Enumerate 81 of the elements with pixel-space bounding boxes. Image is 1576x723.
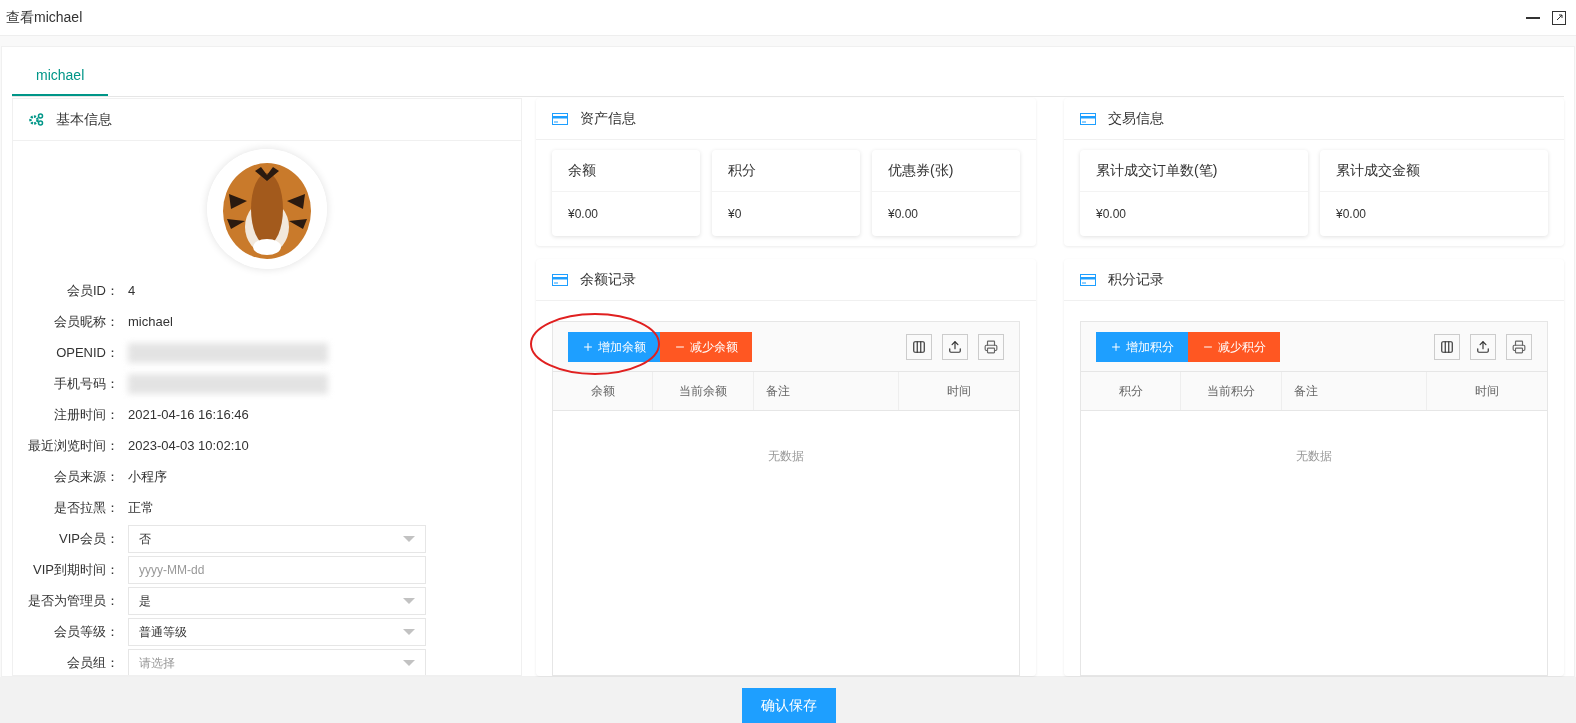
field-label: VIP会员： — [58, 529, 119, 548]
export-icon — [948, 339, 962, 354]
column-header: 时间 — [946, 383, 972, 400]
columns-icon — [1440, 339, 1454, 354]
field-label: 会员组： — [66, 653, 119, 672]
card-icon — [552, 112, 568, 125]
field-label: 会员来源： — [53, 467, 119, 486]
field-value: 正常 — [128, 498, 154, 517]
print-icon — [984, 339, 998, 354]
date-field[interactable]: yyyy-MM-dd — [128, 555, 426, 584]
panel-title: 基本信息 — [56, 110, 112, 129]
panel-title: 交易信息 — [1108, 109, 1164, 128]
gears-icon — [29, 113, 44, 126]
dropdown-arrow-icon — [403, 535, 415, 542]
field-label: VIP到期时间： — [32, 560, 119, 579]
column-header: 当前积分 — [1181, 372, 1282, 410]
field-value: 2023-04-03 10:02:10 — [128, 436, 249, 455]
field-label: 注册时间： — [53, 405, 119, 424]
tab[interactable]: michael — [12, 56, 109, 96]
stat-value: ¥0.00 — [1096, 206, 1127, 223]
stat-value: ¥0.00 — [568, 206, 599, 223]
column-header: 积分 — [1081, 372, 1181, 410]
maximize-button[interactable] — [1552, 10, 1566, 25]
field-label: 是否拉黑： — [53, 498, 119, 517]
plus-icon — [1110, 340, 1122, 353]
dropdown-arrow-icon — [403, 628, 415, 635]
select-field[interactable]: 请选择 — [128, 648, 426, 675]
stat-value: ¥0 — [728, 206, 742, 223]
field-value: 2021-04-16 16:16:46 — [128, 405, 249, 424]
dropdown-arrow-icon — [403, 659, 415, 666]
export-icon — [1476, 339, 1490, 354]
empty-message: 无数据 — [1296, 448, 1332, 465]
field-value: 小程序 — [128, 467, 167, 486]
export-button[interactable] — [1470, 333, 1496, 360]
plus-icon — [582, 340, 594, 353]
panel-title: 资产信息 — [580, 109, 636, 128]
field-label: 是否为管理员： — [27, 591, 119, 610]
window-title: 查看michael — [6, 8, 83, 27]
field-label: 会员ID： — [66, 281, 119, 300]
column-header: 备注 — [754, 372, 899, 410]
select-field[interactable]: 是 — [128, 586, 426, 615]
panel-title: 余额记录 — [580, 270, 636, 289]
dropdown-arrow-icon — [403, 597, 415, 604]
field-value: 4 — [128, 281, 136, 300]
stat-value: ¥0.00 — [1336, 206, 1367, 223]
column-header: 当前余额 — [653, 372, 754, 410]
columns-button[interactable] — [906, 333, 932, 360]
print-icon — [1512, 339, 1526, 354]
subtract-button[interactable]: 减少积分 — [1188, 331, 1280, 362]
print-button[interactable] — [978, 333, 1004, 360]
field-label: 会员昵称： — [53, 312, 119, 331]
stat-label: 累计成交金额 — [1336, 161, 1420, 180]
stat-value: ¥0.00 — [888, 206, 919, 223]
columns-button[interactable] — [1434, 333, 1460, 360]
save-button[interactable]: 确认保存 — [742, 688, 836, 723]
columns-icon — [912, 339, 926, 354]
select-field[interactable]: 否 — [128, 524, 426, 553]
select-field[interactable]: 普通等级 — [128, 617, 426, 646]
panel-title: 积分记录 — [1108, 270, 1164, 289]
field-label: 手机号码： — [53, 374, 119, 393]
maximize-arrow-icon — [1554, 12, 1564, 23]
column-header: 备注 — [1282, 372, 1427, 410]
stat-label: 累计成交订单数(笔) — [1096, 161, 1218, 180]
column-header: 时间 — [1474, 383, 1500, 400]
column-header: 余额 — [553, 372, 653, 410]
stat-label: 余额 — [568, 161, 596, 180]
card-icon — [552, 273, 568, 286]
field-label: OPENID： — [55, 343, 119, 362]
add-button[interactable]: 增加积分 — [1096, 331, 1188, 362]
empty-message: 无数据 — [768, 448, 804, 465]
stat-label: 积分 — [728, 161, 756, 180]
field-label: 会员等级： — [53, 622, 119, 641]
subtract-button[interactable]: 减少余额 — [660, 331, 752, 362]
card-icon — [1080, 273, 1096, 286]
field-label: 最近浏览时间： — [27, 436, 119, 455]
field-value: michael — [128, 312, 173, 331]
stat-label: 优惠券(张) — [888, 161, 954, 180]
export-button[interactable] — [942, 333, 968, 360]
add-button[interactable]: 增加余额 — [568, 331, 660, 362]
print-button[interactable] — [1506, 333, 1532, 360]
card-icon — [1080, 112, 1096, 125]
